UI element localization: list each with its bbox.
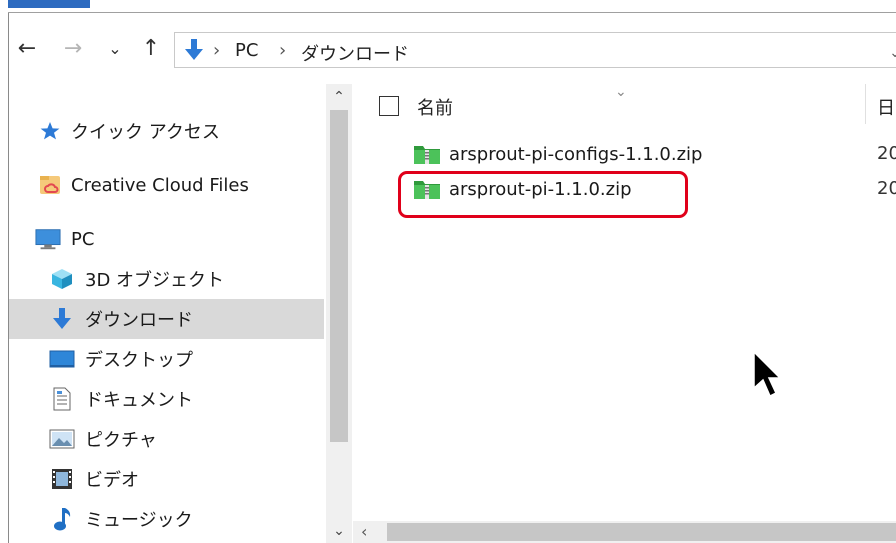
forward-arrow-icon: →: [63, 35, 83, 61]
breadcrumb-pc[interactable]: PC: [235, 40, 258, 61]
mouse-cursor-icon: [753, 350, 782, 398]
sidebar-item-pc[interactable]: PC: [9, 219, 324, 259]
sidebar-item-label: ドキュメント: [85, 390, 193, 411]
column-header-name[interactable]: 名前: [417, 94, 453, 120]
scroll-left-icon[interactable]: ‹: [361, 522, 367, 541]
creative-cloud-icon: [37, 172, 63, 198]
breadcrumb-separator: ›: [279, 40, 287, 61]
breadcrumb-downloads[interactable]: ダウンロード: [301, 40, 409, 66]
sidebar-scrollbar[interactable]: ⌃ ⌄: [326, 84, 352, 543]
navigation-bar: ← → ⌄ ↑ › PC › ダウンロード ⌄: [9, 24, 896, 72]
annotation-highlight-box: [398, 171, 688, 218]
download-icon: [49, 306, 75, 332]
video-icon: [49, 466, 75, 492]
sidebar-item-label: Creative Cloud Files: [71, 174, 249, 196]
forward-button[interactable]: →: [59, 34, 87, 62]
scrollbar-thumb[interactable]: [330, 110, 348, 442]
sidebar-item-downloads[interactable]: ダウンロード: [9, 299, 324, 339]
horizontal-scrollbar[interactable]: ‹: [353, 521, 896, 543]
scrollbar-thumb[interactable]: [387, 523, 896, 541]
sidebar-item-label: PC: [71, 228, 95, 250]
star-icon: [37, 118, 63, 144]
computer-icon: [35, 226, 61, 252]
file-name: arsprout-pi-configs-1.1.0.zip: [449, 143, 703, 165]
recent-locations-button[interactable]: ⌄: [101, 34, 129, 62]
sidebar-item-videos[interactable]: ビデオ: [9, 459, 324, 499]
sidebar-item-quick-access[interactable]: クイック アクセス: [9, 111, 324, 151]
sidebar-item-creative-cloud[interactable]: Creative Cloud Files: [9, 165, 324, 205]
address-bar[interactable]: › PC › ダウンロード ⌄: [174, 32, 896, 68]
sidebar-item-pictures[interactable]: ピクチャ: [9, 419, 324, 459]
breadcrumb-separator: ›: [213, 40, 221, 61]
up-button[interactable]: ↑: [137, 34, 165, 62]
sidebar-item-desktop[interactable]: デスクトップ: [9, 339, 324, 379]
cube-icon: [49, 266, 75, 292]
chevron-down-icon: ⌄: [108, 38, 122, 58]
column-divider[interactable]: [865, 84, 866, 124]
back-button[interactable]: ←: [13, 34, 41, 62]
file-list: ⌄ 名前 日 arsprout-pi-configs-1.1.0.zip 20 …: [353, 84, 896, 543]
file-date: 20: [877, 178, 896, 199]
sidebar-item-documents[interactable]: ドキュメント: [9, 379, 324, 419]
back-arrow-icon: ←: [17, 35, 37, 61]
picture-icon: [49, 426, 75, 452]
download-icon: [185, 39, 203, 60]
navigation-pane: クイック アクセス Creative Cloud Files PC 3D オブジ…: [9, 84, 324, 543]
desktop-icon: [49, 346, 75, 372]
ribbon-accent: [8, 0, 90, 8]
sort-indicator-icon: ⌄: [615, 84, 627, 100]
sidebar-item-label: ピクチャ: [85, 430, 157, 451]
sidebar-item-label: ミュージック: [85, 510, 193, 531]
sidebar-item-label: クイック アクセス: [71, 122, 220, 143]
sidebar-item-music[interactable]: ミュージック: [9, 499, 324, 539]
sidebar-item-label: ビデオ: [85, 470, 139, 491]
zip-folder-icon: [414, 146, 440, 164]
title-bar-strip: [8, 0, 896, 13]
sidebar-item-3d-objects[interactable]: 3D オブジェクト: [9, 259, 324, 299]
select-all-checkbox[interactable]: [379, 96, 399, 116]
document-icon: [49, 386, 75, 412]
scroll-down-icon[interactable]: ⌄: [326, 520, 352, 542]
sidebar-item-label: デスクトップ: [85, 350, 193, 371]
file-date: 20: [877, 143, 896, 164]
up-arrow-icon: ↑: [141, 35, 161, 61]
scroll-up-icon[interactable]: ⌃: [326, 86, 352, 108]
address-dropdown-icon[interactable]: ⌄: [889, 45, 896, 61]
music-icon: [49, 506, 75, 532]
sidebar-item-label: ダウンロード: [85, 310, 193, 331]
sidebar-item-label: 3D オブジェクト: [85, 270, 225, 291]
column-header-date[interactable]: 日: [877, 94, 895, 120]
